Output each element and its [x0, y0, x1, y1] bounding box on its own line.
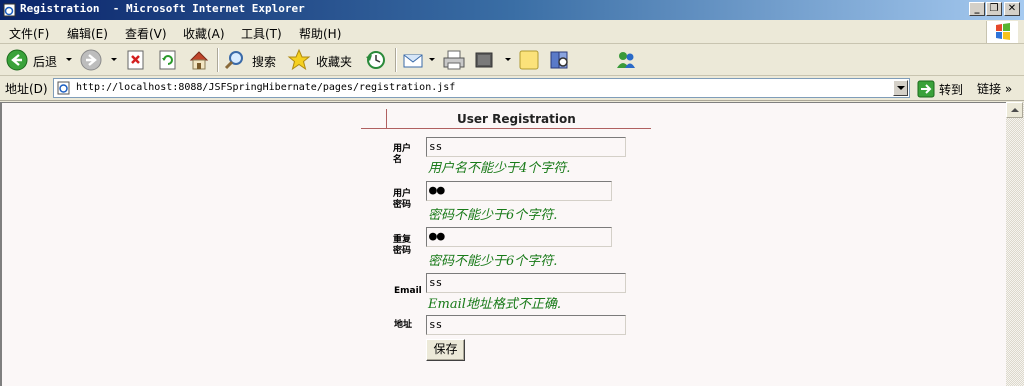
menu-file[interactable]: 文件(F)	[9, 25, 49, 42]
address-field-input[interactable]: ss	[426, 315, 626, 335]
scroll-up-button[interactable]	[1006, 102, 1023, 118]
form-title: User Registration	[457, 112, 576, 126]
history-icon	[366, 51, 385, 69]
print-button[interactable]	[440, 47, 468, 73]
back-label: 后退	[33, 55, 58, 69]
messenger-icon	[617, 52, 635, 68]
page-viewport: User Registration 用户名 ss 用户名不能少于4个字符. 用户…	[0, 102, 1006, 386]
window-titlebar[interactable]: Registration - Microsoft Internet Explor…	[0, 0, 1024, 20]
menu-help[interactable]: 帮助(H)	[299, 25, 341, 42]
minimize-button[interactable]: _	[969, 2, 985, 16]
go-button[interactable]: 转到	[915, 79, 967, 98]
stop-icon	[127, 50, 144, 70]
menu-bar: 文件(F) 编辑(E) 查看(V) 收藏(A) 工具(T) 帮助(H)	[0, 20, 1024, 44]
discuss-icon	[519, 50, 539, 70]
address-label: 地址(D)	[5, 82, 48, 96]
title-divider-tick	[386, 109, 387, 129]
vertical-scrollbar[interactable]	[1006, 102, 1024, 386]
stop-button[interactable]	[124, 47, 150, 73]
address-input[interactable]: http://localhost:8088/JSFSpringHibernate…	[53, 78, 910, 98]
email-error: Email地址格式不正确.	[428, 297, 562, 312]
home-icon	[189, 51, 209, 70]
forward-icon	[80, 49, 102, 71]
password-error: 密码不能少于6个字符.	[428, 208, 558, 223]
username-input[interactable]: ss	[426, 137, 626, 157]
maximize-button[interactable]: ❐	[986, 2, 1002, 16]
back-icon	[6, 49, 28, 71]
go-arrow-icon	[917, 80, 935, 98]
menu-edit[interactable]: 编辑(E)	[67, 25, 108, 42]
menu-favorites[interactable]: 收藏(A)	[183, 25, 225, 42]
save-button[interactable]: 保存	[426, 339, 465, 361]
ie-page-icon	[57, 81, 70, 95]
username-error: 用户名不能少于4个字符.	[428, 161, 571, 176]
favorites-button[interactable]: 收藏夹	[286, 47, 356, 73]
password-label: 用户密码	[393, 189, 412, 210]
go-label: 转到	[939, 83, 964, 97]
links-button[interactable]: 链接 »	[977, 80, 1012, 97]
address-bar: 地址(D) http://localhost:8088/JSFSpringHib…	[0, 76, 1024, 101]
confirm-password-error: 密码不能少于6个字符.	[428, 254, 558, 269]
title-underline	[361, 128, 651, 129]
edit-icon	[475, 52, 493, 68]
home-button[interactable]	[186, 47, 214, 73]
address-dropdown-button[interactable]	[893, 80, 908, 96]
history-button[interactable]	[362, 47, 390, 73]
search-icon	[224, 51, 243, 70]
email-input[interactable]: ss	[426, 273, 626, 293]
research-button[interactable]	[547, 47, 575, 73]
email-label: Email	[394, 286, 422, 296]
windows-logo-icon	[986, 21, 1018, 43]
research-icon	[550, 51, 568, 69]
back-button[interactable]: 后退	[4, 47, 74, 73]
window-title: Registration - Microsoft Internet Explor…	[20, 2, 305, 15]
address-field-label: 地址	[394, 320, 413, 330]
discuss-button[interactable]	[516, 47, 544, 73]
favorites-label: 收藏夹	[316, 55, 353, 69]
menu-view[interactable]: 查看(V)	[125, 25, 167, 42]
address-url: http://localhost:8088/JSFSpringHibernate…	[76, 82, 456, 93]
toolbar: 后退 搜索 收藏夹	[0, 44, 1024, 76]
links-label: 链接	[977, 82, 1002, 96]
print-icon	[443, 50, 465, 70]
favorites-star-icon	[287, 48, 311, 71]
username-label: 用户名	[393, 144, 412, 165]
ie-page-icon	[3, 3, 16, 17]
confirm-password-label: 重复密码	[393, 235, 412, 256]
edit-button[interactable]	[472, 47, 508, 73]
menu-tools[interactable]: 工具(T)	[241, 25, 282, 42]
close-button[interactable]: ✕	[1004, 2, 1020, 16]
search-button[interactable]: 搜索	[222, 47, 282, 73]
messenger-button[interactable]	[612, 47, 640, 73]
refresh-icon	[159, 50, 176, 70]
refresh-button[interactable]	[156, 47, 182, 73]
confirm-password-input[interactable]: ●●	[426, 227, 612, 247]
mail-icon	[403, 54, 423, 68]
password-input[interactable]: ●●	[426, 181, 612, 201]
search-label: 搜索	[252, 55, 277, 69]
